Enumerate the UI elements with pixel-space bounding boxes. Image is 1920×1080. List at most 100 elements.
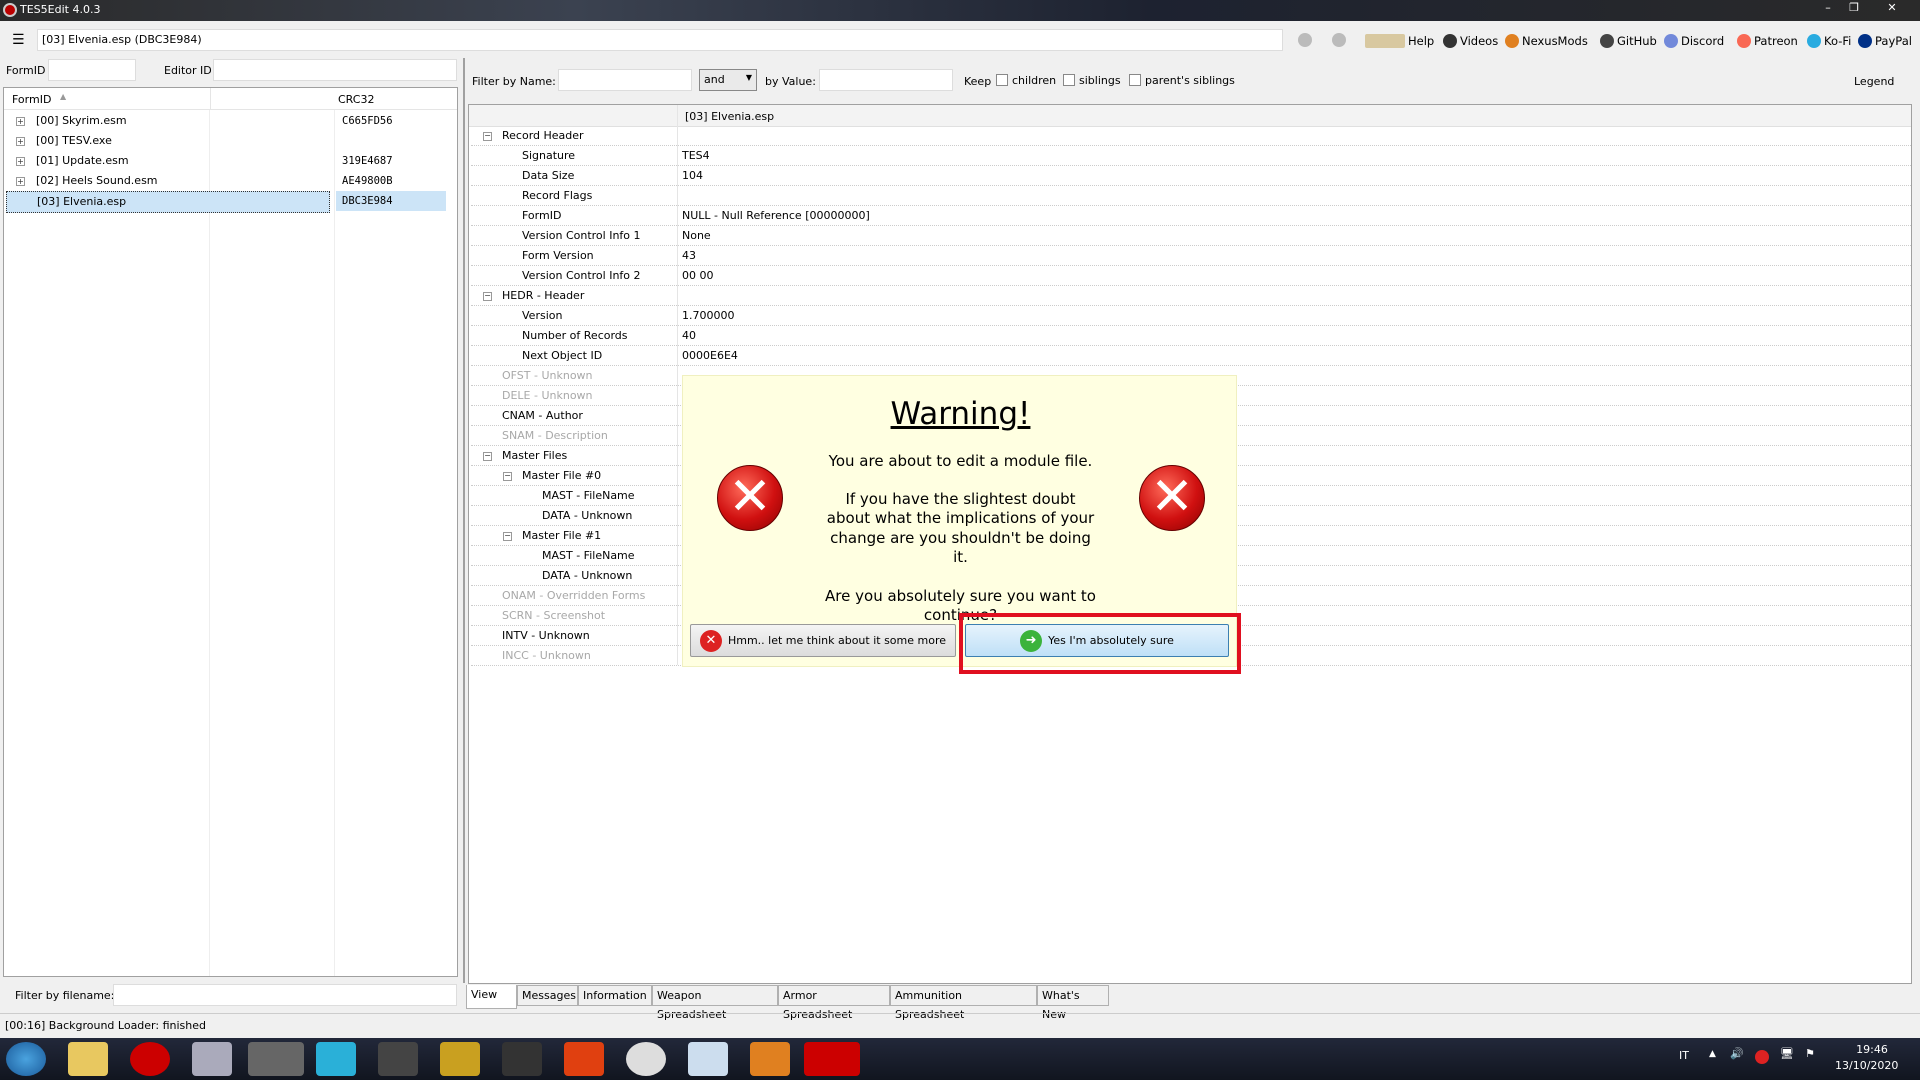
- filter-filename-input[interactable]: [113, 984, 457, 1006]
- toolbar-link-paypal[interactable]: PayPal: [1858, 34, 1912, 48]
- toolbar-link-patreon[interactable]: Patreon: [1737, 34, 1798, 48]
- legend-button[interactable]: Legend: [1854, 75, 1894, 88]
- record-field-name: CNAM - Author: [502, 409, 583, 422]
- expand-icon[interactable]: +: [16, 157, 25, 166]
- toolbar-link-github[interactable]: GitHub: [1600, 34, 1657, 48]
- tray-expand-icon[interactable]: ▲: [1709, 1049, 1716, 1059]
- toolbar-link-help[interactable]: Help: [1365, 34, 1434, 48]
- tab-weapon-spreadsheet[interactable]: Weapon Spreadsheet: [652, 985, 778, 1021]
- record-row[interactable]: Version Control Info 2 00 00: [471, 266, 1911, 286]
- minimize-button[interactable]: –: [1816, 1, 1840, 17]
- editorid-label: Editor ID: [164, 64, 212, 77]
- expand-icon[interactable]: +: [16, 177, 25, 186]
- taskbar-music-icon[interactable]: [316, 1042, 356, 1076]
- taskbar-notepad-icon[interactable]: [688, 1042, 728, 1076]
- tab-view[interactable]: View: [466, 985, 517, 1009]
- taskbar-app-icon[interactable]: [192, 1042, 232, 1076]
- flag-icon[interactable]: ⚑: [1805, 1047, 1815, 1060]
- file-row[interactable]: + [02] Heels Sound.esm AE49800B: [6, 171, 456, 191]
- formid-input[interactable]: [48, 59, 136, 81]
- siblings-checkbox[interactable]: [1063, 74, 1075, 86]
- children-checkbox[interactable]: [996, 74, 1008, 86]
- file-row[interactable]: + [00] Skyrim.esm C665FD56: [6, 111, 456, 131]
- language-indicator[interactable]: IT: [1679, 1049, 1689, 1062]
- collapse-icon[interactable]: −: [503, 472, 512, 481]
- toolbar-link-discord[interactable]: Discord: [1664, 34, 1724, 48]
- taskbar: IT ▲ 🔊 🖥 ⚑ 19:46 13/10/2020: [0, 1038, 1920, 1080]
- tab-what-s-new[interactable]: What's New: [1037, 985, 1109, 1021]
- collapse-icon[interactable]: −: [483, 452, 492, 461]
- record-row[interactable]: Version 1.700000: [471, 306, 1911, 326]
- clock-time[interactable]: 19:46: [1847, 1043, 1897, 1056]
- file-row[interactable]: + [00] TESV.exe: [6, 131, 456, 151]
- file-name: [00] Skyrim.esm: [36, 114, 127, 127]
- file-tree[interactable]: FormID ▲ CRC32: [3, 87, 458, 977]
- mega-icon[interactable]: [1755, 1050, 1769, 1064]
- taskbar-nexus-icon[interactable]: [750, 1042, 790, 1076]
- tab-ammunition-spreadsheet[interactable]: Ammunition Spreadsheet: [890, 985, 1037, 1021]
- record-row[interactable]: Signature TES4: [471, 146, 1911, 166]
- record-field-name: Master File #0: [522, 469, 602, 482]
- filter-value-input[interactable]: [819, 69, 953, 91]
- taskbar-f-icon[interactable]: [564, 1042, 604, 1076]
- filter-name-input[interactable]: [558, 69, 692, 91]
- record-field-name: SNAM - Description: [502, 429, 608, 442]
- toolbar-link-nexusmods[interactable]: NexusMods: [1505, 34, 1588, 48]
- collapse-icon[interactable]: −: [483, 132, 492, 141]
- taskbar-explorer-icon[interactable]: [68, 1042, 108, 1076]
- toolbar-link-kofi[interactable]: Ko-Fi: [1807, 34, 1851, 48]
- keep-label: Keep: [964, 75, 992, 88]
- col-crc32[interactable]: CRC32: [338, 93, 374, 106]
- back-icon[interactable]: [1298, 33, 1312, 47]
- record-row[interactable]: FormID NULL - Null Reference [00000000]: [471, 206, 1911, 226]
- col-formid[interactable]: FormID: [12, 93, 51, 106]
- record-row[interactable]: − Record Header: [471, 126, 1911, 146]
- taskbar-opera-icon[interactable]: [130, 1042, 170, 1076]
- error-icon: ✕: [1139, 465, 1205, 531]
- operator-select[interactable]: and ▼: [699, 69, 757, 91]
- menu-icon[interactable]: ☰: [12, 32, 25, 48]
- toolbar-link-videos[interactable]: Videos: [1443, 34, 1498, 48]
- breadcrumb[interactable]: [03] Elvenia.esp (DBC3E984): [37, 29, 1283, 51]
- file-row[interactable]: +[03] Elvenia.espDBC3E984: [6, 191, 456, 213]
- tab-information[interactable]: Information: [578, 985, 652, 1006]
- kofi-icon: [1807, 34, 1821, 48]
- record-field-value: 0000E6E4: [682, 349, 738, 362]
- title-bar: TES5Edit 4.0.3 – ❐ ✕: [0, 0, 1920, 21]
- record-row[interactable]: Record Flags: [471, 186, 1911, 206]
- children-label: children: [1012, 74, 1057, 87]
- taskbar-ffdec-icon[interactable]: [626, 1042, 666, 1076]
- network-icon[interactable]: 🖥: [1780, 1047, 1794, 1060]
- expand-icon[interactable]: +: [16, 117, 25, 126]
- expand-icon[interactable]: +: [16, 137, 25, 146]
- maximize-button[interactable]: ❐: [1842, 1, 1866, 17]
- parents-siblings-checkbox[interactable]: [1129, 74, 1141, 86]
- record-row[interactable]: Form Version 43: [471, 246, 1911, 266]
- taskbar-app-icon[interactable]: [502, 1042, 542, 1076]
- record-field-name: INCC - Unknown: [502, 649, 591, 662]
- tab-messages[interactable]: Messages: [517, 985, 578, 1006]
- clock-date[interactable]: 13/10/2020: [1835, 1059, 1898, 1072]
- record-row[interactable]: Number of Records 40: [471, 326, 1911, 346]
- record-row[interactable]: Version Control Info 1 None: [471, 226, 1911, 246]
- taskbar-opera-active-icon[interactable]: [804, 1042, 860, 1076]
- cancel-button[interactable]: ✕ Hmm.. let me think about it some more: [690, 624, 956, 657]
- record-row[interactable]: Data Size 104: [471, 166, 1911, 186]
- forward-icon[interactable]: [1332, 33, 1346, 47]
- record-field-name: Next Object ID: [522, 349, 603, 362]
- siblings-label: siblings: [1079, 74, 1121, 87]
- taskbar-audio-icon[interactable]: [378, 1042, 418, 1076]
- collapse-icon[interactable]: −: [503, 532, 512, 541]
- record-row[interactable]: Next Object ID 0000E6E4: [471, 346, 1911, 366]
- tab-armor-spreadsheet[interactable]: Armor Spreadsheet: [778, 985, 890, 1021]
- volume-icon[interactable]: 🔊: [1730, 1047, 1744, 1060]
- close-button[interactable]: ✕: [1880, 1, 1904, 17]
- taskbar-archive-icon[interactable]: [440, 1042, 480, 1076]
- editorid-input[interactable]: [213, 59, 457, 81]
- record-row[interactable]: − HEDR - Header: [471, 286, 1911, 306]
- dialog-line-2: If you have the slightest doubt about wh…: [826, 489, 1095, 567]
- collapse-icon[interactable]: −: [483, 292, 492, 301]
- start-button[interactable]: [6, 1042, 46, 1076]
- file-row[interactable]: + [01] Update.esm 319E4687: [6, 151, 456, 171]
- taskbar-tes5edit-icon[interactable]: [248, 1042, 304, 1076]
